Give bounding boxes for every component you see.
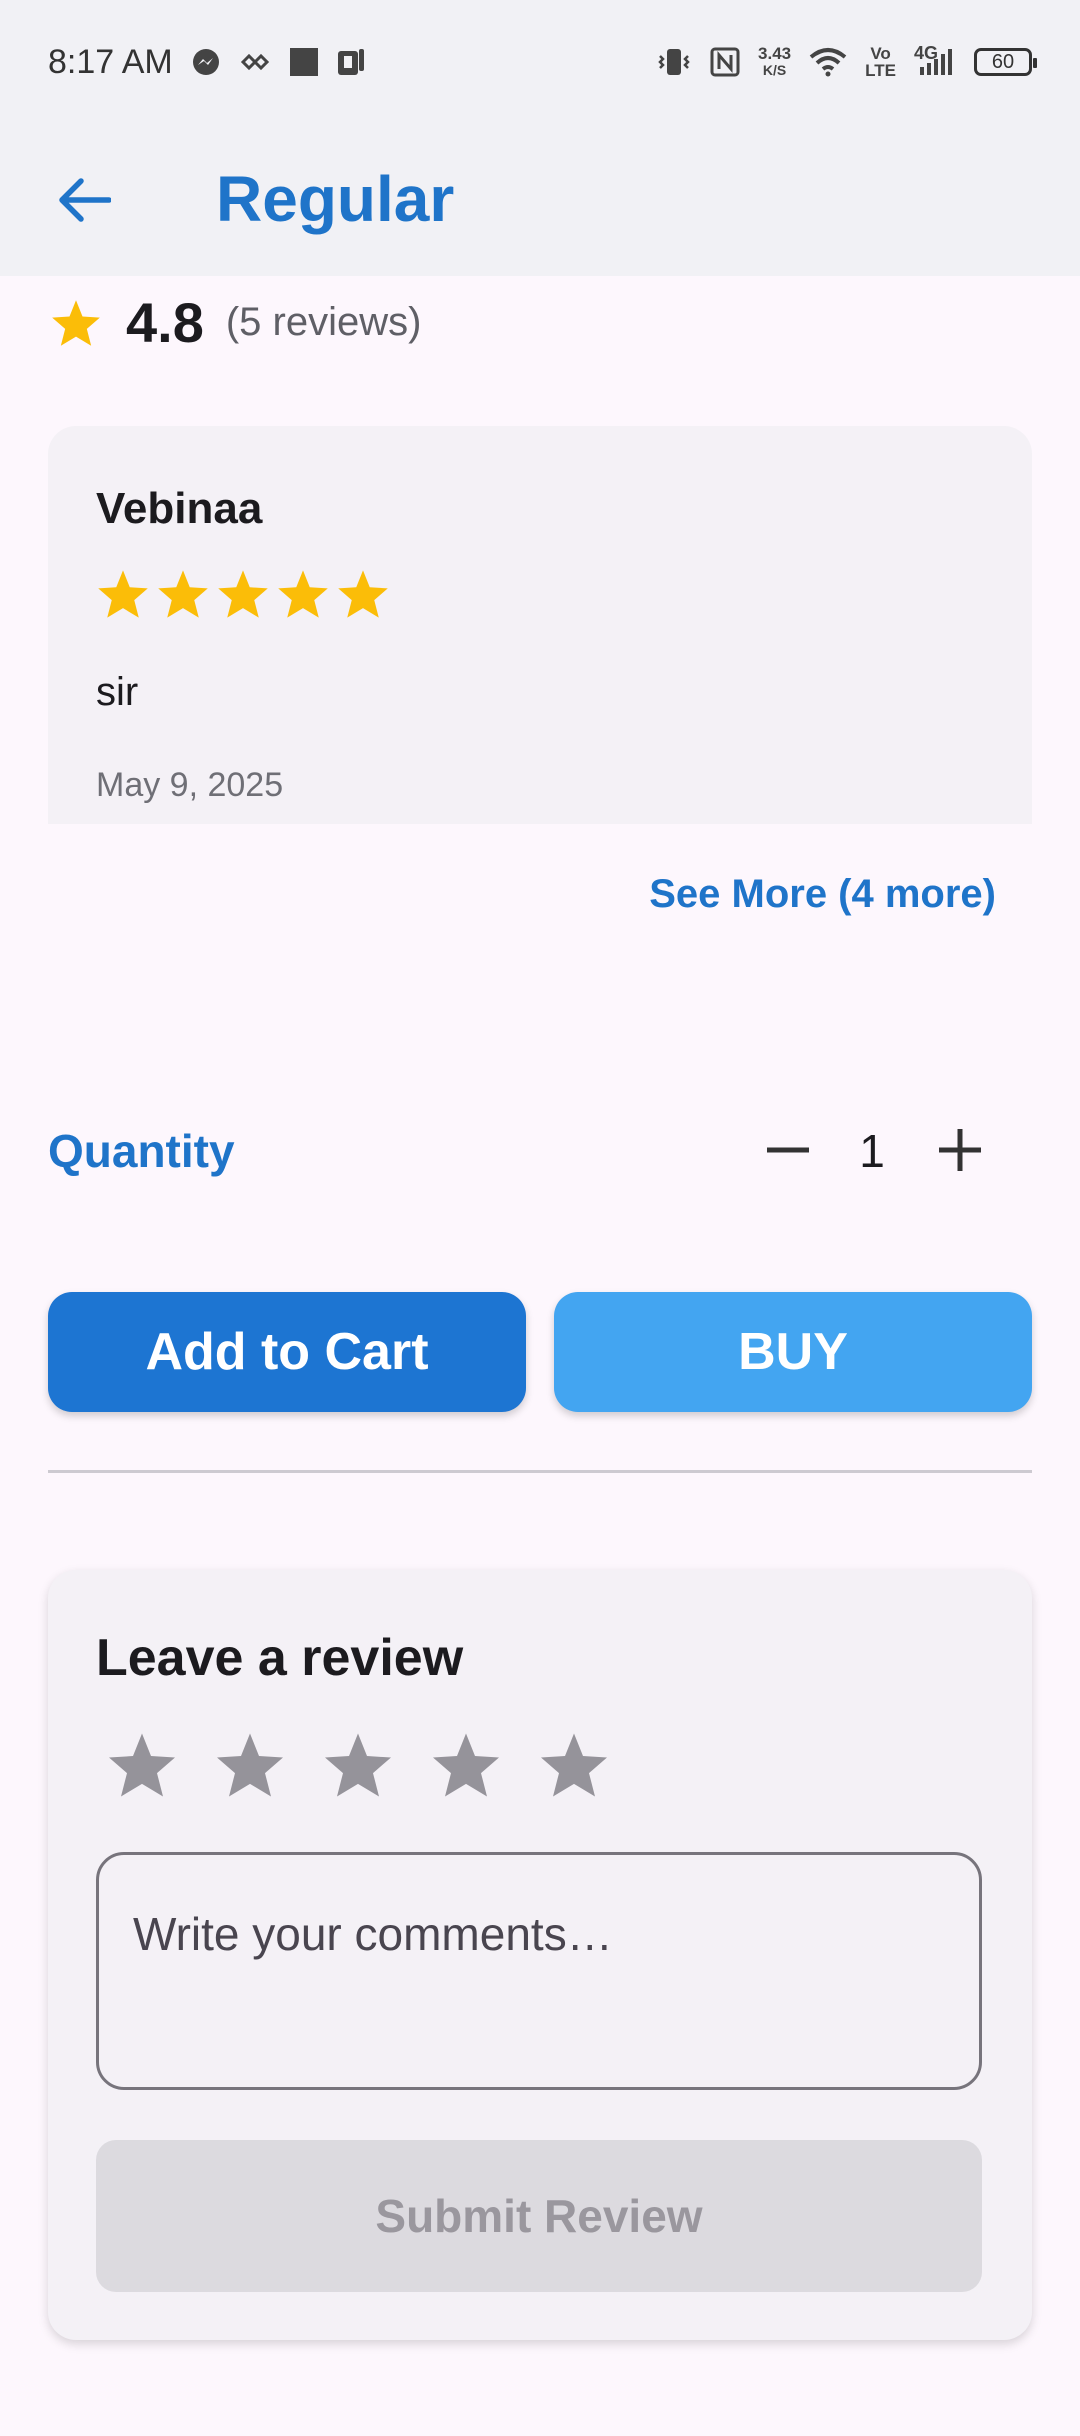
page-title: Regular bbox=[216, 163, 455, 235]
wifi-icon bbox=[809, 47, 847, 77]
star-icon bbox=[96, 568, 150, 625]
star-icon[interactable] bbox=[214, 1730, 286, 1800]
star-icon bbox=[156, 568, 210, 625]
minus-icon bbox=[765, 1127, 811, 1173]
network-speed-value: 3.43 bbox=[758, 44, 792, 63]
submit-review-button[interactable]: Submit Review bbox=[96, 2140, 982, 2292]
star-icon[interactable] bbox=[538, 1730, 610, 1800]
leave-review-title: Leave a review bbox=[96, 1629, 464, 1687]
review-author: Vebinaa bbox=[96, 484, 263, 533]
star-icon[interactable] bbox=[322, 1730, 394, 1800]
network-type: 4G bbox=[914, 43, 939, 63]
see-more-reviews-link[interactable]: See More (4 more) bbox=[649, 872, 996, 917]
star-icon bbox=[216, 568, 270, 625]
review-date: May 9, 2025 bbox=[96, 766, 284, 804]
divider bbox=[48, 1470, 1032, 1473]
star-icon[interactable] bbox=[106, 1730, 178, 1800]
quantity-row: Quantity 1 bbox=[48, 1110, 1032, 1190]
star-icon bbox=[50, 298, 102, 348]
square-icon bbox=[289, 47, 319, 77]
plus-icon bbox=[937, 1127, 983, 1173]
nfc-icon bbox=[710, 47, 740, 77]
network-speed: 3.43 K/S bbox=[758, 45, 791, 79]
review-comment-input[interactable] bbox=[96, 1852, 982, 2090]
increase-quantity-button[interactable] bbox=[920, 1110, 1000, 1190]
arrow-left-icon bbox=[57, 177, 111, 223]
quantity-value: 1 bbox=[859, 1125, 885, 1177]
back-button[interactable] bbox=[44, 164, 124, 236]
review-comment: sir bbox=[96, 670, 139, 714]
pocket-icon bbox=[337, 47, 365, 77]
add-to-cart-button[interactable]: Add to Cart bbox=[48, 1292, 526, 1412]
star-icon[interactable] bbox=[430, 1730, 502, 1800]
status-bar-left: 8:17 AM bbox=[48, 43, 365, 82]
review-count: (5 reviews) bbox=[225, 300, 422, 344]
network-speed-unit: K/S bbox=[762, 62, 787, 78]
review-stars bbox=[96, 568, 390, 625]
app-bar: Regular bbox=[0, 124, 1080, 276]
volte-indicator: Vo LTE bbox=[865, 45, 896, 79]
leave-review-card: Leave a review Submit Review bbox=[48, 1570, 1032, 2340]
volte-bottom: LTE bbox=[865, 61, 896, 80]
buy-button[interactable]: BUY bbox=[554, 1292, 1032, 1412]
signal-icon: 4G bbox=[914, 43, 956, 77]
rating-input bbox=[106, 1730, 610, 1800]
star-icon bbox=[336, 568, 390, 625]
review-card: Vebinaa sir May 9, 2025 bbox=[48, 426, 1032, 824]
battery-level: 60 bbox=[991, 50, 1015, 73]
status-bar-right: 3.43 K/S Vo LTE 4G 60 bbox=[656, 43, 1037, 79]
battery-icon: 60 bbox=[974, 48, 1037, 76]
star-icon bbox=[276, 568, 330, 625]
average-rating: 4.8 bbox=[126, 291, 204, 354]
rating-summary: 4.8 (5 reviews) bbox=[50, 290, 421, 355]
decrease-quantity-button[interactable] bbox=[748, 1110, 828, 1190]
status-bar: 8:17 AM 3.43 K/S Vo LTE 4G 60 bbox=[0, 0, 1080, 124]
quantity-label: Quantity bbox=[48, 1125, 235, 1177]
link-icon bbox=[239, 51, 271, 73]
volte-top: Vo bbox=[870, 44, 891, 63]
vibrate-icon bbox=[656, 46, 692, 78]
status-time: 8:17 AM bbox=[48, 42, 173, 81]
messenger-icon bbox=[191, 47, 221, 77]
